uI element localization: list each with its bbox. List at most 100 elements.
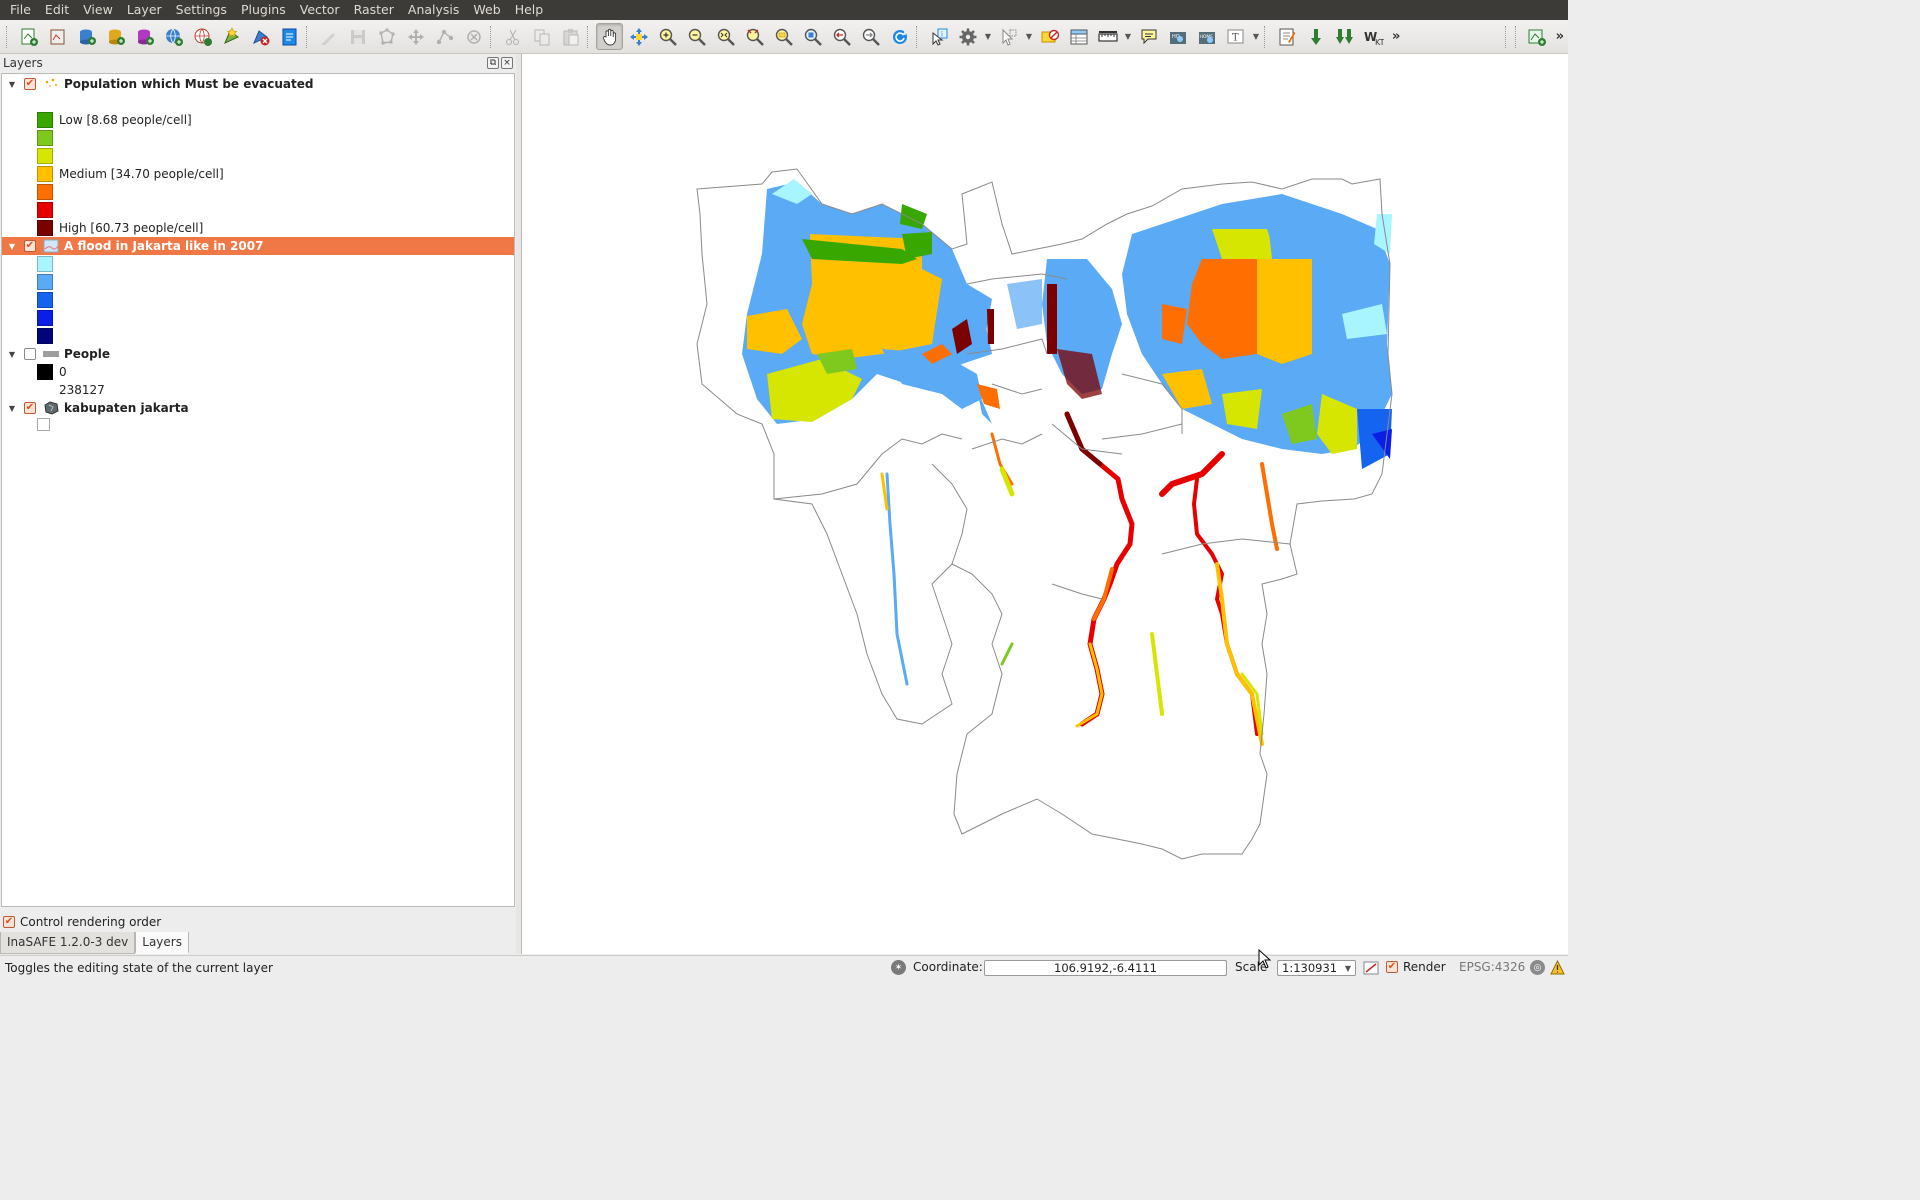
add-database-layer-icon[interactable] — [73, 23, 100, 50]
control-rendering-order[interactable]: ✔ Control rendering order — [2, 913, 161, 931]
move-feature-icon[interactable] — [402, 23, 429, 50]
new-shapefile-icon[interactable] — [218, 23, 245, 50]
toolbar-grip[interactable] — [1264, 25, 1268, 48]
copy-features-icon[interactable] — [528, 23, 555, 50]
identify-features-icon[interactable]: i — [925, 23, 952, 50]
menu-analysis[interactable]: Analysis — [401, 0, 467, 20]
zoom-last-icon[interactable] — [828, 23, 855, 50]
select-features-icon[interactable] — [995, 23, 1022, 50]
zoom-to-selection-icon[interactable] — [741, 23, 768, 50]
collapse-arrow-icon[interactable]: ▼ — [7, 242, 17, 251]
toolbar-grip[interactable] — [490, 25, 494, 48]
layer-visibility-checkbox[interactable]: ✔ — [24, 78, 36, 90]
pan-map-icon[interactable] — [596, 23, 623, 50]
stop-render-icon[interactable] — [1363, 960, 1379, 976]
projection-globe-icon[interactable]: ◎ — [1530, 960, 1545, 975]
collapse-arrow-icon[interactable]: ▼ — [7, 80, 17, 89]
chevron-down-icon[interactable]: ▼ — [1251, 23, 1261, 50]
menu-view[interactable]: View — [76, 0, 120, 20]
menu-web[interactable]: Web — [466, 0, 507, 20]
add-delimited-text-layer-icon[interactable] — [276, 23, 303, 50]
chevron-down-icon[interactable]: ▼ — [1123, 23, 1133, 50]
zoom-next-icon[interactable] — [857, 23, 884, 50]
toolbar-grip[interactable] — [306, 25, 310, 48]
float-panel-icon[interactable]: ⧉ — [487, 57, 499, 69]
menu-help[interactable]: Help — [508, 0, 551, 20]
menu-edit[interactable]: Edit — [38, 0, 76, 20]
attribute-table-icon[interactable] — [1065, 23, 1092, 50]
layer-row-flood[interactable]: ▼ ✔ A flood in Jakarta like in 2007 — [2, 237, 514, 255]
menu-raster[interactable]: Raster — [347, 0, 401, 20]
layer-row-people[interactable]: ▼ People — [2, 345, 514, 363]
render-checkbox[interactable]: ✔ — [1386, 961, 1398, 973]
text-annotation-icon[interactable]: T — [1222, 23, 1249, 50]
open-project-icon[interactable] — [44, 23, 71, 50]
add-spatialite-layer-icon[interactable] — [102, 23, 129, 50]
collapse-arrow-icon[interactable]: ▼ — [7, 404, 17, 413]
scale-combobox[interactable]: 1:130931 ▼ — [1277, 960, 1356, 976]
chevron-down-icon[interactable]: ▼ — [1024, 23, 1034, 50]
zoom-native-resolution-icon[interactable] — [799, 23, 826, 50]
tab-inasafe[interactable]: InaSAFE 1.2.0-3 dev — [0, 932, 136, 954]
coordinate-toggle-icon[interactable]: ✶ — [891, 960, 906, 975]
print-composer-icon[interactable] — [1273, 23, 1300, 50]
map-tips-icon[interactable] — [1135, 23, 1162, 50]
node-tool-icon[interactable] — [431, 23, 458, 50]
close-icon[interactable]: × — [501, 57, 513, 69]
add-mssql-layer-icon[interactable] — [131, 23, 158, 50]
delete-selected-icon[interactable] — [460, 23, 487, 50]
refresh-icon[interactable] — [886, 23, 913, 50]
render-toggle[interactable]: ✔ Render — [1386, 960, 1446, 974]
layer-row-population[interactable]: ▼ ✔ Population which Must be evacuated — [2, 75, 514, 93]
messages-warning-icon[interactable] — [1550, 960, 1565, 975]
toolbar-grip[interactable] — [916, 25, 920, 48]
menu-settings[interactable]: Settings — [169, 0, 234, 20]
layer-visibility-checkbox[interactable]: ✔ — [24, 402, 36, 414]
chevron-down-icon[interactable]: ▼ — [983, 23, 993, 50]
paste-features-icon[interactable] — [557, 23, 584, 50]
layer-tree[interactable]: ▼ ✔ Population which Must be evacuated L… — [1, 73, 515, 907]
toolbar-grip[interactable] — [587, 25, 591, 48]
cut-features-icon[interactable] — [499, 23, 526, 50]
download-all-arrows-icon[interactable] — [1331, 23, 1358, 50]
zoom-full-icon[interactable] — [712, 23, 739, 50]
toggle-editing-icon[interactable] — [315, 23, 342, 50]
save-edits-icon[interactable] — [344, 23, 371, 50]
control-rendering-order-checkbox[interactable]: ✔ — [3, 916, 15, 928]
add-feature-icon[interactable] — [373, 23, 400, 50]
toolbar-grip[interactable] — [1504, 25, 1509, 48]
inasafe-dock-icon[interactable] — [1524, 23, 1551, 50]
layer-row-kabupaten[interactable]: ▼ ✔ kabupaten jakarta — [2, 399, 514, 417]
coordinate-field[interactable]: 106.9192,-6.4111 — [984, 960, 1227, 976]
toolbar-overflow-icon[interactable]: » — [1388, 29, 1404, 44]
add-wms-layer-icon[interactable] — [160, 23, 187, 50]
menu-vector[interactable]: Vector — [293, 0, 347, 20]
menu-layer[interactable]: Layer — [120, 0, 169, 20]
zoom-in-icon[interactable] — [654, 23, 681, 50]
menu-plugins[interactable]: Plugins — [234, 0, 293, 20]
layer-visibility-checkbox[interactable]: ✔ — [24, 240, 36, 252]
crs-label[interactable]: EPSG:4326 — [1459, 960, 1525, 974]
tab-layers[interactable]: Layers — [135, 932, 189, 954]
menu-file[interactable]: File — [3, 0, 38, 20]
measure-line-icon[interactable] — [1094, 23, 1121, 50]
toolbar-grip[interactable] — [6, 25, 10, 48]
add-wfs-layer-icon[interactable] — [189, 23, 216, 50]
new-bookmark-icon[interactable]: HO — [1164, 23, 1191, 50]
wkt-icon[interactable]: W KT — [1360, 23, 1387, 50]
chevron-down-icon[interactable]: ▼ — [1345, 964, 1351, 973]
new-project-icon[interactable] — [15, 23, 42, 50]
zoom-to-layer-icon[interactable] — [770, 23, 797, 50]
zoom-out-icon[interactable] — [683, 23, 710, 50]
pan-to-selection-icon[interactable] — [625, 23, 652, 50]
collapse-arrow-icon[interactable]: ▼ — [7, 350, 17, 359]
layer-visibility-checkbox[interactable] — [24, 348, 36, 360]
deselect-features-icon[interactable] — [1036, 23, 1063, 50]
remove-layer-icon[interactable] — [247, 23, 274, 50]
download-arrow-icon[interactable] — [1302, 23, 1329, 50]
toolbar-overflow-icon[interactable]: » — [1552, 29, 1568, 44]
show-bookmarks-icon[interactable]: HOME — [1193, 23, 1220, 50]
coordinate-value[interactable]: 106.9192,-6.4111 — [984, 960, 1227, 976]
map-canvas[interactable] — [521, 54, 1568, 954]
action-gear-icon[interactable] — [954, 23, 981, 50]
